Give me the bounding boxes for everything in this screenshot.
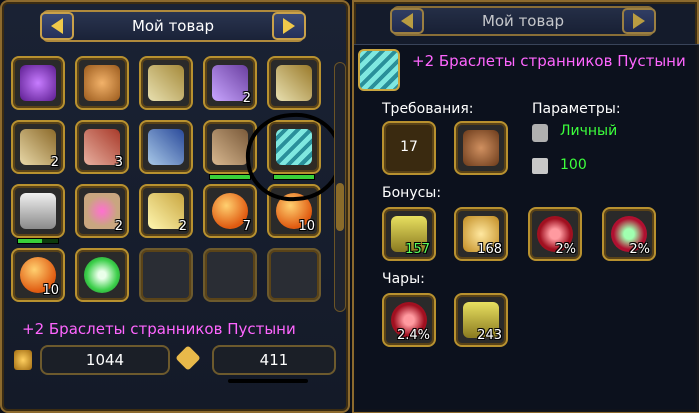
green-plus-icon xyxy=(84,257,120,293)
inventory-slot[interactable]: 3 xyxy=(75,120,129,174)
blue-scroll-icon xyxy=(148,129,184,165)
bonus-slot: 168 xyxy=(454,207,508,261)
inventory-slot[interactable] xyxy=(11,184,65,244)
inventory-slot-empty[interactable] xyxy=(203,248,257,302)
left-arrow-icon xyxy=(401,13,413,29)
underline-mark xyxy=(228,379,308,383)
inventory-slot[interactable] xyxy=(75,248,129,302)
scroll-icon xyxy=(148,65,184,101)
inventory-slot[interactable] xyxy=(139,56,193,110)
anvil-icon xyxy=(532,158,548,174)
boots-icon xyxy=(20,193,56,229)
bracelet-icon xyxy=(358,49,400,91)
charm-slot: 2.4% xyxy=(382,293,436,347)
panel-title: Мой товар xyxy=(481,12,565,30)
background-header: Мой товар xyxy=(390,6,656,36)
character-portrait-icon xyxy=(463,130,499,166)
bonuses-label: Бонусы: xyxy=(382,185,442,201)
durability-bar xyxy=(209,174,251,180)
gold-coins-icon xyxy=(14,350,32,370)
durability-bar xyxy=(17,238,59,244)
item-tooltip-panel: Мой товар +2 Браслеты странников Пустыни… xyxy=(352,0,699,413)
inventory-slot[interactable]: 2 xyxy=(75,184,129,238)
bind-status: Личный xyxy=(560,123,618,139)
inventory-slot-empty[interactable] xyxy=(267,248,321,302)
bonus-slot: 157 xyxy=(382,207,436,261)
next-arrow-button[interactable] xyxy=(272,12,306,40)
inventory-slot[interactable]: 2 xyxy=(203,56,257,110)
bonus-slot: 2% xyxy=(602,207,656,261)
inventory-slot[interactable]: 10 xyxy=(11,248,65,302)
next-arrow-button[interactable] xyxy=(622,8,656,34)
inventory-slot[interactable] xyxy=(139,120,193,174)
highlight-circle xyxy=(243,109,345,205)
item-name: +2 Браслеты странников Пустыни xyxy=(412,52,686,70)
scrollbar[interactable] xyxy=(334,62,346,312)
tooltip-body: +2 Браслеты странников Пустыни Требовани… xyxy=(354,44,699,412)
inventory-slot[interactable] xyxy=(267,56,321,110)
charm-slot: 243 xyxy=(454,293,508,347)
scroll-thumb[interactable] xyxy=(336,183,344,231)
prev-arrow-button[interactable] xyxy=(40,12,74,40)
inventory-slot-empty[interactable] xyxy=(139,248,193,302)
right-arrow-icon xyxy=(283,18,295,34)
prev-arrow-button[interactable] xyxy=(390,8,424,34)
selected-item-name: +2 Браслеты странников Пустыни xyxy=(22,320,296,338)
inventory-slot[interactable]: 2 xyxy=(11,120,65,174)
right-arrow-icon xyxy=(633,13,645,29)
my-goods-panel: Мой товар 2 2 3 2 2 7 10 10 +2 Браслеты … xyxy=(0,0,350,413)
parameters-label: Параметры: xyxy=(532,101,621,117)
charms-label: Чары: xyxy=(382,271,425,287)
lock-icon xyxy=(532,124,548,142)
left-arrow-icon xyxy=(51,18,63,34)
price-field[interactable]: 1044 xyxy=(40,345,170,375)
scroll-icon xyxy=(276,65,312,101)
required-level-slot: 17 xyxy=(382,121,436,175)
bread-icon xyxy=(84,65,120,101)
glove-icon xyxy=(212,129,248,165)
panel-title: Мой товар xyxy=(131,17,215,35)
inventory-slot[interactable] xyxy=(75,56,129,110)
quantity-field[interactable]: 411 xyxy=(212,345,336,375)
durability-value: 100 xyxy=(560,157,587,173)
purple-bag-icon xyxy=(20,65,56,101)
bonus-slot: 2% xyxy=(528,207,582,261)
requirements-label: Требования: xyxy=(382,101,474,117)
panel-header: Мой товар xyxy=(40,10,306,42)
inventory-slot[interactable]: 7 xyxy=(203,184,257,238)
inventory-slot[interactable] xyxy=(11,56,65,110)
price-tag-icon xyxy=(175,345,201,371)
inventory-slot[interactable]: 2 xyxy=(139,184,193,238)
required-class-slot xyxy=(454,121,508,175)
